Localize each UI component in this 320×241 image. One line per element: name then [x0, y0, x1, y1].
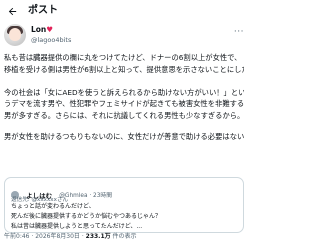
- quoted-text-line: 死んだ後に臓器提供するかどうか悩むやつあるじゃん？: [11, 213, 162, 220]
- back-button[interactable]: [4, 3, 20, 19]
- view-count: 233.1万: [85, 233, 111, 240]
- post-text-line: うデマを流す男や、性犯罪やフェミサイドが起きても被害女性を非難する: [4, 99, 244, 108]
- heart-icon: ♥: [46, 25, 54, 34]
- post-text-line: 男が多すぎる。さらには、それに抗議してくれる男性も少なすぎるから。: [4, 111, 244, 120]
- display-name[interactable]: Lon♥: [31, 25, 53, 35]
- avatar[interactable]: [4, 24, 26, 46]
- post-text-line: 私も昔は臓器提供の欄に丸をつけてたけど、ドナーの6割以上が女性で、: [4, 53, 242, 62]
- post-timestamp[interactable]: 午前0:46 · 2026年8月30日 ·: [4, 233, 86, 240]
- more-options-icon[interactable]: ···: [234, 27, 244, 37]
- top-bar: ポスト: [0, 0, 250, 22]
- post-text-line: 今の社会は「女にAEDを使うと訴えられるから助けない方がいい！」とい: [4, 88, 244, 97]
- post-author: Lon♥ @lagoo4bits ···: [4, 24, 246, 50]
- reply-to-label: 返信先: @xxxxxxさん: [11, 197, 69, 203]
- post-text-line: 男が女性を助けるつもりもないのに、女性だけが善意で助ける必要はない: [4, 132, 244, 141]
- quoted-post[interactable]: よしはむ @Ghmlea · 23時間 返信先: @xxxxxxさん ちょっと話…: [4, 177, 244, 233]
- quoted-text-line: 私は昔は臓器提供しようと思ってたんだけど、...: [11, 223, 143, 230]
- view-count-label: 件の表示: [110, 233, 137, 240]
- page-title: ポスト: [28, 5, 58, 16]
- quoted-text-line: ちょっと話が変わるんだけど、: [11, 203, 95, 210]
- display-name-text: Lon: [31, 25, 47, 34]
- back-arrow-icon: [8, 7, 16, 15]
- user-handle[interactable]: @lagoo4bits: [31, 36, 71, 45]
- quoted-author: よしはむ @Ghmlea · 23時間: [11, 184, 112, 200]
- post-text-line: 移植を受ける側は男性が6割以上と知って、提供意思を示さないことにした。: [4, 65, 244, 74]
